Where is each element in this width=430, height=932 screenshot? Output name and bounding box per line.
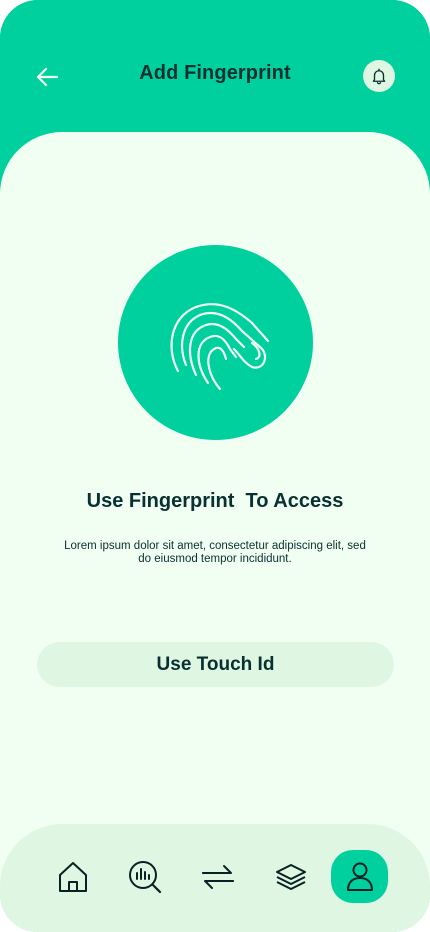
main-content: Use Fingerprint To Access Lorem ipsum do…	[0, 132, 430, 932]
home-icon	[58, 861, 87, 892]
nav-item-home[interactable]	[44, 850, 101, 903]
analysis-icon	[128, 860, 161, 893]
nav-item-categories[interactable]	[262, 850, 319, 903]
bottom-navigation	[0, 824, 430, 932]
notification-button[interactable]	[363, 60, 395, 92]
nav-item-analysis[interactable]	[116, 850, 173, 903]
use-touch-id-button[interactable]: Use Touch Id	[37, 642, 394, 687]
description-text: Lorem ipsum dolor sit amet, consectetur …	[64, 540, 366, 565]
layers-icon	[275, 863, 306, 890]
transactions-icon	[201, 864, 234, 889]
bell-icon	[372, 68, 386, 85]
screen: Add Fingerprint Use Fingerprint To Acces…	[0, 0, 430, 932]
nav-item-transactions[interactable]	[189, 850, 246, 903]
fingerprint-badge	[118, 245, 313, 440]
fingerprint-icon	[170, 302, 269, 390]
nav-item-profile[interactable]	[331, 850, 388, 903]
profile-icon	[346, 862, 373, 891]
headline: Use Fingerprint To Access	[86, 490, 344, 512]
phone-frame: Add Fingerprint Use Fingerprint To Acces…	[0, 0, 430, 932]
